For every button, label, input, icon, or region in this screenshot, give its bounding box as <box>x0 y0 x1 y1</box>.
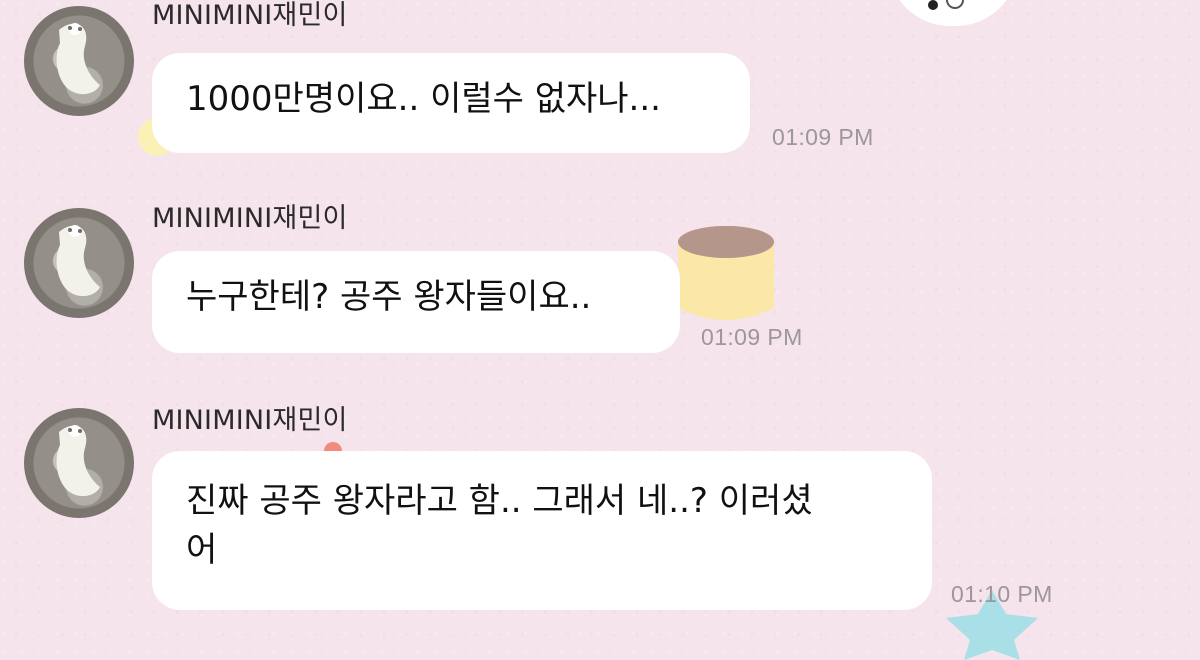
sender-name: MINIMINI재민이 <box>152 203 348 234</box>
cat-photo-icon <box>56 425 100 497</box>
message-bubble[interactable]: 누구한테? 공주 왕자들이요.. <box>152 251 680 353</box>
white-cat-avatar[interactable] <box>24 6 134 116</box>
message-timestamp: 01:09 PM <box>772 124 874 150</box>
cat-photo-icon <box>56 225 100 297</box>
message-bubble[interactable]: 1000만명이요.. 이럴수 없자나... <box>152 53 750 153</box>
message-timestamp: 01:09 PM <box>701 324 803 350</box>
message-timestamp: 01:10 PM <box>951 581 1053 607</box>
sender-name: MINIMINI재민이 <box>152 0 348 31</box>
cat-photo-icon <box>56 23 100 95</box>
ghost-eye-icon <box>928 0 938 10</box>
sender-name: MINIMINI재민이 <box>152 405 348 436</box>
white-cat-avatar[interactable] <box>24 408 134 518</box>
ghost-mouth-icon <box>946 0 964 9</box>
message-bubble[interactable]: 진짜 공주 왕자라고 함.. 그래서 네..? 이러셨 어 <box>152 451 932 610</box>
cup-sticker-icon <box>678 226 774 320</box>
white-cat-avatar[interactable] <box>24 208 134 318</box>
